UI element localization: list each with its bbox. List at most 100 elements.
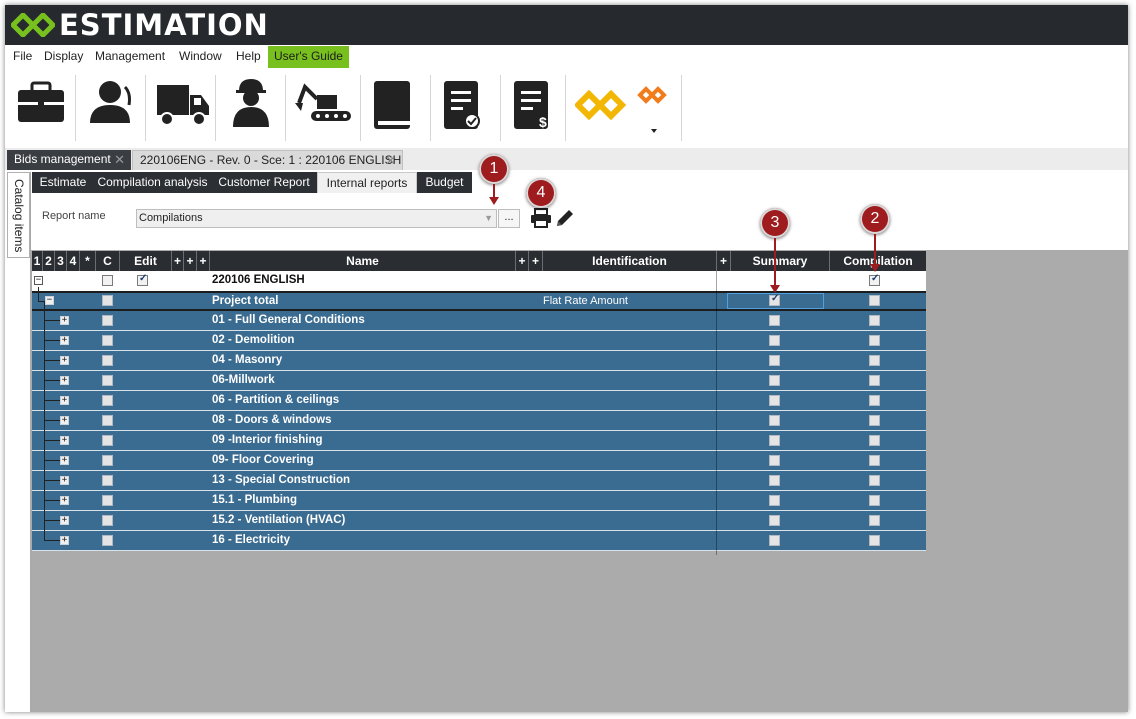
- expand-icon[interactable]: +: [60, 536, 69, 545]
- table-row[interactable]: +06-Millwork: [32, 361, 926, 391]
- c-checkbox[interactable]: [102, 295, 113, 306]
- header-level-3[interactable]: 3: [55, 251, 67, 271]
- summary-checkbox[interactable]: [769, 455, 780, 466]
- expand-icon[interactable]: +: [60, 516, 69, 525]
- c-checkbox[interactable]: [102, 275, 113, 286]
- c-checkbox[interactable]: [102, 415, 113, 426]
- header-plus[interactable]: +: [529, 251, 543, 271]
- header-plus[interactable]: +: [184, 251, 197, 271]
- report-browse-button[interactable]: ...: [498, 209, 520, 228]
- summary-checkbox[interactable]: [769, 475, 780, 486]
- compilation-checkbox[interactable]: [869, 273, 880, 286]
- table-row[interactable]: +09- Floor Covering: [32, 441, 926, 471]
- compilation-checkbox[interactable]: [869, 315, 880, 326]
- edit-checkbox[interactable]: [137, 273, 148, 286]
- header-level-all[interactable]: *: [80, 251, 96, 271]
- c-checkbox[interactable]: [102, 515, 113, 526]
- tab-bids-management[interactable]: Bids management ✕: [7, 150, 131, 170]
- compilation-checkbox[interactable]: [869, 495, 880, 506]
- table-row[interactable]: +04 - Masonry: [32, 341, 926, 371]
- collapse-icon[interactable]: −: [45, 296, 54, 305]
- table-row[interactable]: +16 - Electricity: [32, 521, 926, 551]
- summary-checkbox[interactable]: [769, 535, 780, 546]
- table-row[interactable]: +01 - Full General Conditions: [32, 301, 926, 331]
- header-edit[interactable]: Edit: [120, 251, 172, 271]
- expand-icon[interactable]: +: [60, 416, 69, 425]
- menu-display[interactable]: Display: [44, 46, 83, 68]
- c-checkbox[interactable]: [102, 355, 113, 366]
- menu-file[interactable]: File: [13, 46, 32, 68]
- header-plus[interactable]: +: [516, 251, 529, 271]
- c-checkbox[interactable]: [102, 375, 113, 386]
- c-checkbox[interactable]: [102, 335, 113, 346]
- compilation-checkbox[interactable]: [869, 395, 880, 406]
- menu-help[interactable]: Help: [236, 46, 261, 68]
- header-plus[interactable]: +: [717, 251, 731, 271]
- header-name[interactable]: Name: [210, 251, 516, 271]
- menu-window[interactable]: Window: [179, 46, 222, 68]
- summary-checkbox[interactable]: [769, 335, 780, 346]
- menu-management[interactable]: Management: [95, 46, 165, 68]
- expand-icon[interactable]: +: [60, 496, 69, 505]
- compilation-checkbox[interactable]: [869, 535, 880, 546]
- c-checkbox[interactable]: [102, 455, 113, 466]
- table-row[interactable]: +15.1 - Plumbing: [32, 481, 926, 511]
- expand-icon[interactable]: +: [60, 336, 69, 345]
- table-row[interactable]: +09 -Interior finishing: [32, 421, 926, 451]
- c-checkbox[interactable]: [102, 395, 113, 406]
- menu-users-guide[interactable]: User's Guide: [268, 46, 349, 68]
- edit-pencil-icon[interactable]: [554, 207, 576, 229]
- compilation-checkbox[interactable]: [869, 455, 880, 466]
- expand-icon[interactable]: +: [60, 316, 69, 325]
- expand-icon[interactable]: +: [60, 376, 69, 385]
- tab-estimate[interactable]: Estimate: [32, 172, 94, 193]
- print-icon[interactable]: [530, 208, 552, 228]
- briefcase-icon[interactable]: [15, 73, 67, 143]
- book-icon[interactable]: [370, 73, 414, 143]
- close-icon[interactable]: ✕: [114, 150, 125, 169]
- truck-icon[interactable]: [155, 73, 211, 143]
- header-level-1[interactable]: 1: [32, 251, 43, 271]
- tab-bid-220106[interactable]: 220106ENG - Rev. 0 - Sce: 1 : 220106 ENG…: [132, 150, 403, 170]
- c-checkbox[interactable]: [102, 475, 113, 486]
- table-row-root[interactable]: − 220106 ENGLISH: [32, 271, 926, 291]
- c-checkbox[interactable]: [102, 315, 113, 326]
- c-checkbox[interactable]: [102, 535, 113, 546]
- compilation-checkbox[interactable]: [869, 335, 880, 346]
- table-row[interactable]: +06 - Partition & ceilings: [32, 381, 926, 411]
- table-row[interactable]: +13 - Special Construction: [32, 461, 926, 491]
- summary-checkbox[interactable]: [769, 395, 780, 406]
- c-checkbox[interactable]: [102, 435, 113, 446]
- compilation-checkbox[interactable]: [869, 355, 880, 366]
- summary-checkbox[interactable]: [769, 375, 780, 386]
- compilation-checkbox[interactable]: [869, 415, 880, 426]
- summary-checkbox[interactable]: [769, 293, 780, 306]
- expand-icon[interactable]: +: [60, 356, 69, 365]
- summary-checkbox[interactable]: [769, 435, 780, 446]
- c-checkbox[interactable]: [102, 495, 113, 506]
- collapse-icon[interactable]: −: [34, 276, 43, 285]
- worker-icon[interactable]: [227, 73, 277, 143]
- logo-orange-icon[interactable]: [637, 73, 673, 143]
- summary-checkbox[interactable]: [769, 515, 780, 526]
- summary-checkbox[interactable]: [769, 355, 780, 366]
- close-icon[interactable]: ✕: [385, 151, 396, 170]
- table-row[interactable]: +08 - Doors & windows: [32, 401, 926, 431]
- expand-icon[interactable]: +: [60, 396, 69, 405]
- header-c[interactable]: C: [96, 251, 120, 271]
- report-name-select[interactable]: Compilations ▼: [136, 209, 497, 228]
- logo-yellow-icon[interactable]: [575, 73, 629, 143]
- expand-icon[interactable]: +: [60, 456, 69, 465]
- header-level-4[interactable]: 4: [67, 251, 80, 271]
- summary-checkbox[interactable]: [769, 315, 780, 326]
- header-plus[interactable]: +: [197, 251, 210, 271]
- chevron-down-icon[interactable]: ▼: [484, 210, 493, 227]
- excavator-icon[interactable]: [295, 73, 355, 143]
- tab-customer-report[interactable]: Customer Report: [211, 172, 317, 193]
- tab-budget[interactable]: Budget: [417, 172, 472, 193]
- compilation-checkbox[interactable]: [869, 435, 880, 446]
- table-row[interactable]: +02 - Demolition: [32, 321, 926, 351]
- compilation-checkbox[interactable]: [869, 515, 880, 526]
- compilation-checkbox[interactable]: [869, 475, 880, 486]
- catalog-items-panel[interactable]: Catalog items: [7, 172, 30, 258]
